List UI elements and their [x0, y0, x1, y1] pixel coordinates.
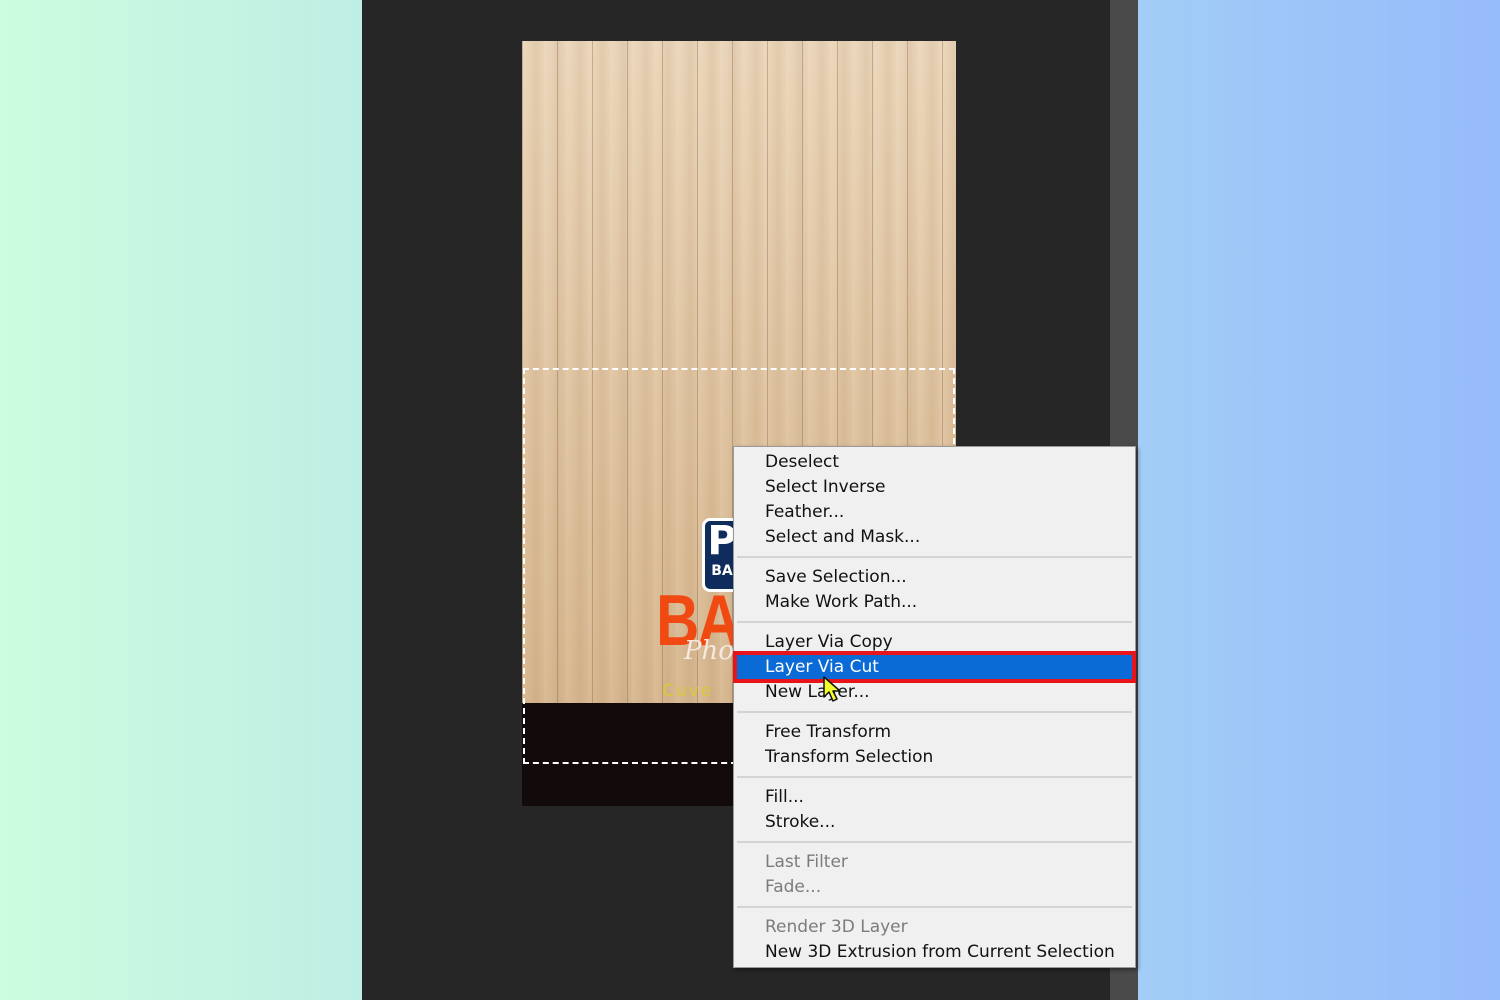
menu-separator — [737, 711, 1132, 713]
menu-item-deselect[interactable]: Deselect — [735, 450, 1134, 475]
background-left-gradient — [0, 0, 362, 1000]
menu-separator — [737, 621, 1132, 623]
menu-item-new-3d-extrusion[interactable]: New 3D Extrusion from Current Selection — [735, 940, 1134, 965]
menu-item-fill[interactable]: Fill... — [735, 785, 1134, 810]
menu-item-select-inverse[interactable]: Select Inverse — [735, 475, 1134, 500]
menu-item-make-work-path[interactable]: Make Work Path... — [735, 590, 1134, 615]
menu-item-last-filter: Last Filter — [765, 852, 848, 872]
menu-item-render-3d-layer: Render 3D Layer — [765, 917, 908, 937]
background-right-gradient — [1138, 0, 1500, 1000]
context-menu: Deselect Select Inverse Feather... Selec… — [733, 446, 1136, 968]
annotation-highlight-frame — [733, 651, 1136, 683]
menu-separator — [737, 776, 1132, 778]
menu-separator — [737, 841, 1132, 843]
menu-item-save-selection[interactable]: Save Selection... — [735, 565, 1134, 590]
arrow-pointer-icon — [823, 676, 841, 702]
menu-item-fade: Fade... — [765, 877, 822, 897]
menu-item-stroke[interactable]: Stroke... — [735, 810, 1134, 835]
menu-item-select-and-mask[interactable]: Select and Mask... — [735, 525, 1134, 550]
menu-item-free-transform[interactable]: Free Transform — [735, 720, 1134, 745]
menu-item-transform-selection[interactable]: Transform Selection — [735, 745, 1134, 770]
menu-item-feather[interactable]: Feather... — [735, 500, 1134, 525]
menu-separator — [737, 556, 1132, 558]
menu-item-new-layer[interactable]: New Layer... — [735, 680, 1134, 705]
menu-separator — [737, 906, 1132, 908]
